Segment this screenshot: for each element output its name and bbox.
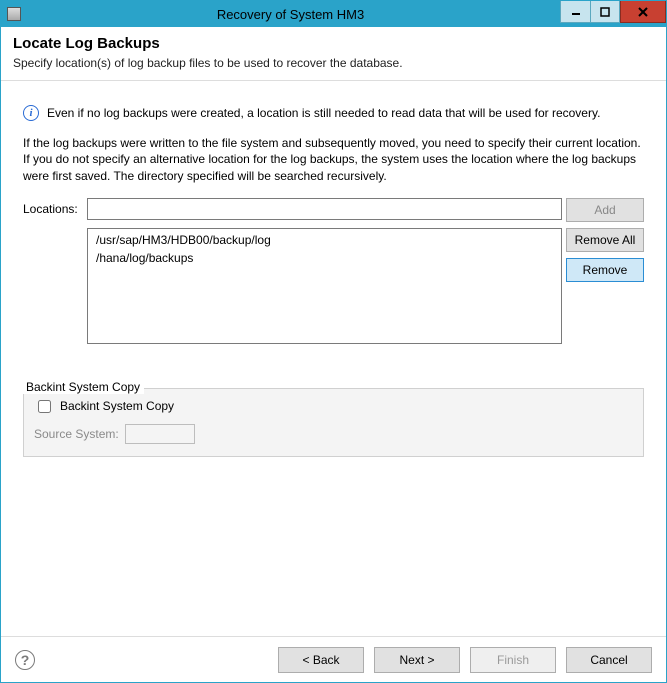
info-icon: i [23,105,39,121]
backint-fieldset: Backint System Copy Backint System Copy … [23,388,644,457]
help-icon[interactable]: ? [15,650,35,670]
window-title: Recovery of System HM3 [21,7,560,22]
wizard-header: Locate Log Backups Specify location(s) o… [1,27,666,81]
close-button[interactable] [620,1,666,23]
backint-checkbox-row: Backint System Copy [34,397,633,416]
add-button[interactable]: Add [566,198,644,222]
list-item[interactable]: /hana/log/backups [88,249,561,267]
list-item[interactable]: /usr/sap/HM3/HDB00/backup/log [88,231,561,249]
locations-input[interactable] [87,198,562,220]
close-icon [637,6,649,18]
maximize-icon [600,7,610,17]
remove-all-button[interactable]: Remove All [566,228,644,252]
next-button[interactable]: Next > [374,647,460,673]
backint-legend: Backint System Copy [22,380,144,394]
locations-input-row: Locations: Add [23,198,644,222]
source-system-label: Source System: [34,427,119,441]
info-message: i Even if no log backups were created, a… [23,105,644,121]
locations-side-buttons: Remove All Remove [566,228,644,344]
app-icon [7,7,21,21]
backint-checkbox[interactable] [38,400,51,413]
finish-button[interactable]: Finish [470,647,556,673]
remove-button[interactable]: Remove [566,258,644,282]
locations-list-row: /usr/sap/HM3/HDB00/backup/log /hana/log/… [23,228,644,344]
recovery-wizard-window: Recovery of System HM3 Locate Log Backup… [0,0,667,683]
explanation-text: If the log backups were written to the f… [23,135,644,184]
wizard-body: i Even if no log backups were created, a… [1,81,666,636]
page-title: Locate Log Backups [13,35,654,52]
back-button[interactable]: < Back [278,647,364,673]
wizard-footer: ? < Back Next > Finish Cancel [1,636,666,682]
backint-checkbox-label: Backint System Copy [60,399,174,413]
locations-list[interactable]: /usr/sap/HM3/HDB00/backup/log /hana/log/… [87,228,562,344]
locations-label: Locations: [23,198,83,216]
info-text: Even if no log backups were created, a l… [47,105,600,121]
window-controls [560,1,666,27]
page-subtitle: Specify location(s) of log backup files … [13,56,654,70]
minimize-icon [571,7,581,17]
source-system-row: Source System: [34,424,633,444]
maximize-button[interactable] [590,1,620,23]
titlebar[interactable]: Recovery of System HM3 [1,1,666,27]
minimize-button[interactable] [560,1,590,23]
cancel-button[interactable]: Cancel [566,647,652,673]
source-system-input [125,424,195,444]
